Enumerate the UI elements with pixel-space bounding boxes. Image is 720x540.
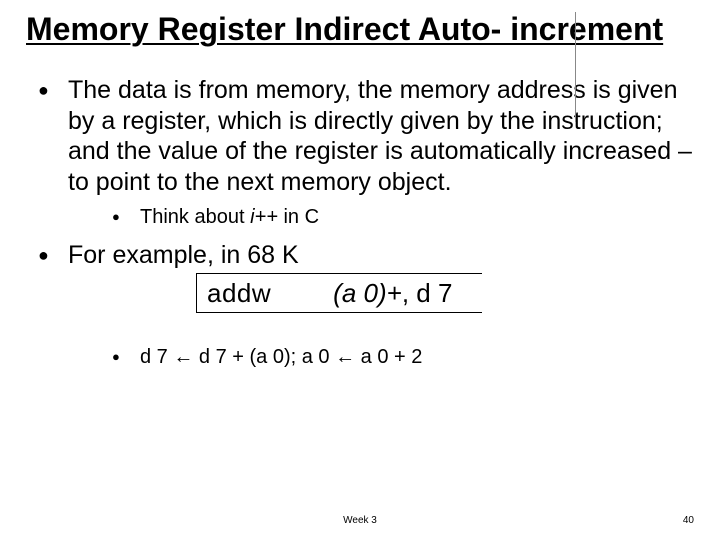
slide-body: ● The data is from memory, the memory ad… xyxy=(26,75,694,370)
bullet-item: ● The data is from memory, the memory ad… xyxy=(34,75,694,197)
sub-bullet-item: ● Think about i++ in C xyxy=(112,205,694,230)
page-number: 40 xyxy=(683,515,694,526)
text-prefix: Think about xyxy=(140,206,250,228)
code-box-row: addw(a 0)+, d 7 xyxy=(196,273,482,314)
example-intro: For example, in 68 K xyxy=(68,240,482,271)
slide: Memory Register Indirect Auto- increment… xyxy=(0,0,720,540)
bullet-text: The data is from memory, the memory addr… xyxy=(68,75,694,197)
right-divider xyxy=(575,12,576,122)
sub-bullet-item: ● d 7 ← d 7 + (a 0); a 0 ← a 0 + 2 xyxy=(112,345,694,370)
footer-label: Week 3 xyxy=(0,515,720,526)
bullet-text: For example, in 68 K addw(a 0)+, d 7 xyxy=(68,240,482,313)
bullet-item: ● For example, in 68 K addw(a 0)+, d 7 xyxy=(34,240,694,313)
bullet-dot-icon: ● xyxy=(34,240,68,313)
code-arg-rest: , d 7 xyxy=(402,278,453,308)
bullet-dot-icon: ● xyxy=(112,345,140,370)
spacer xyxy=(34,319,694,337)
sub-bullet-text: Think about i++ in C xyxy=(140,205,319,230)
slide-title: Memory Register Indirect Auto- increment xyxy=(26,12,694,47)
code-args: (a 0)+, d 7 xyxy=(271,278,452,308)
bullet-dot-icon: ● xyxy=(112,205,140,230)
code-italic: i++ xyxy=(250,206,278,228)
code-arg-italic: (a 0)+ xyxy=(333,278,402,308)
bullet-dot-icon: ● xyxy=(34,75,68,197)
code-box: addw(a 0)+, d 7 xyxy=(196,273,482,314)
sub-bullet-text: d 7 ← d 7 + (a 0); a 0 ← a 0 + 2 xyxy=(140,345,422,370)
code-op: addw xyxy=(207,278,271,308)
text-suffix: in C xyxy=(278,206,319,228)
